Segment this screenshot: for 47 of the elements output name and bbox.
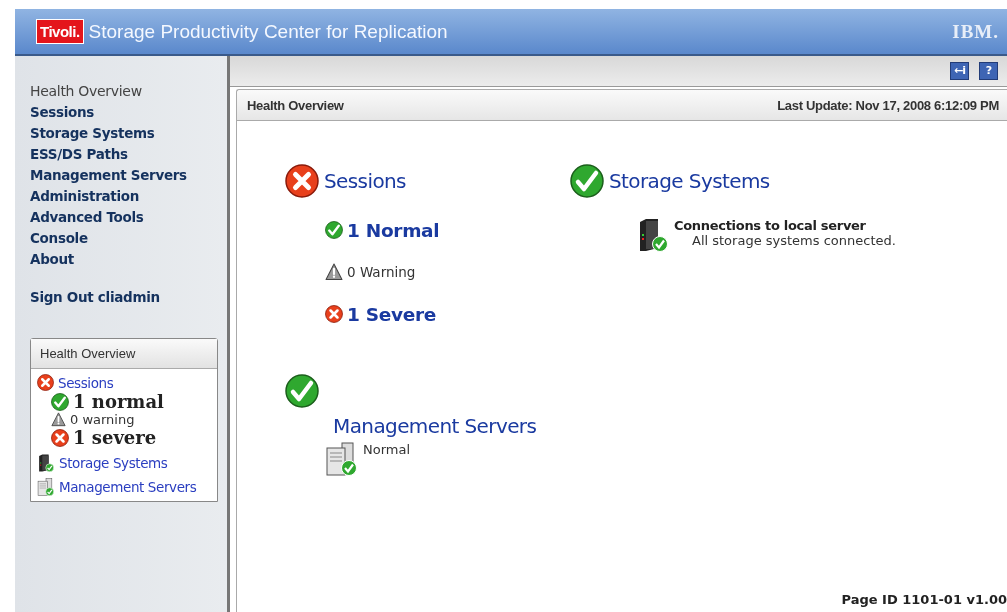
- error-circle-icon: [285, 164, 319, 198]
- toolbar-button[interactable]: ?: [979, 62, 998, 80]
- check-circle-icon: [285, 374, 319, 408]
- servers-icon: [325, 442, 359, 476]
- nav-link[interactable]: Console: [30, 228, 88, 249]
- warning-triangle-icon: [325, 263, 343, 281]
- nav-link[interactable]: About: [30, 249, 74, 270]
- status-count-link[interactable]: 1 Normal: [347, 219, 440, 241]
- nav-link[interactable]: Advanced Tools: [30, 207, 144, 228]
- nav-link[interactable]: ESS/DS Paths: [30, 144, 128, 165]
- status-count: 1 normal: [73, 391, 164, 412]
- status-count: 1 severe: [73, 427, 157, 448]
- panel-title: Health Overview: [247, 97, 344, 113]
- section-link[interactable]: Storage Systems: [609, 169, 770, 193]
- nav-link[interactable]: Administration: [30, 186, 140, 207]
- brand-logo: Tivoli.: [36, 19, 84, 44]
- check-circle-icon: [51, 392, 69, 411]
- app-title: Storage Productivity Center for Replication: [88, 20, 448, 43]
- section-link[interactable]: Sessions: [324, 169, 406, 193]
- error-circle-icon: [325, 305, 343, 323]
- status-count: 0 warning: [70, 412, 135, 427]
- nav-link[interactable]: Sessions: [30, 102, 95, 123]
- detail-text: All storage systems connected.: [691, 233, 896, 248]
- last-update: Last Update: Nov 17, 2008 6:12:09 PM: [777, 97, 999, 113]
- card-title: Health Overview: [31, 339, 217, 369]
- nav-link[interactable]: Storage Systems: [30, 123, 155, 144]
- sessions-link[interactable]: Sessions: [58, 374, 114, 391]
- detail-title: Connections to local server: [674, 218, 867, 233]
- summary-link[interactable]: Management Servers: [59, 479, 197, 495]
- storage-server-icon: [37, 454, 55, 472]
- nav-link[interactable]: Health Overview: [30, 81, 142, 102]
- status-count: 0 Warning: [347, 264, 416, 280]
- error-circle-icon: [51, 428, 69, 447]
- warning-triangle-icon: [51, 412, 66, 427]
- page-id: Page ID 1101-01 v1.00: [841, 592, 1007, 609]
- servers-icon: [37, 478, 55, 496]
- error-circle-icon: [37, 374, 54, 391]
- status-count-link[interactable]: 1 Severe: [347, 303, 437, 325]
- sign-out-link[interactable]: Sign Out cliadmin: [30, 287, 160, 308]
- check-circle-icon: [570, 164, 604, 198]
- nav-link[interactable]: Management Servers: [30, 165, 187, 186]
- section-link[interactable]: Management Servers: [333, 414, 537, 438]
- vendor-logo: IBM.: [952, 20, 999, 43]
- summary-link[interactable]: Storage Systems: [59, 455, 168, 471]
- server-status: Normal: [363, 442, 411, 457]
- check-circle-icon: [325, 221, 343, 239]
- toolbar-button[interactable]: ←i: [950, 62, 969, 80]
